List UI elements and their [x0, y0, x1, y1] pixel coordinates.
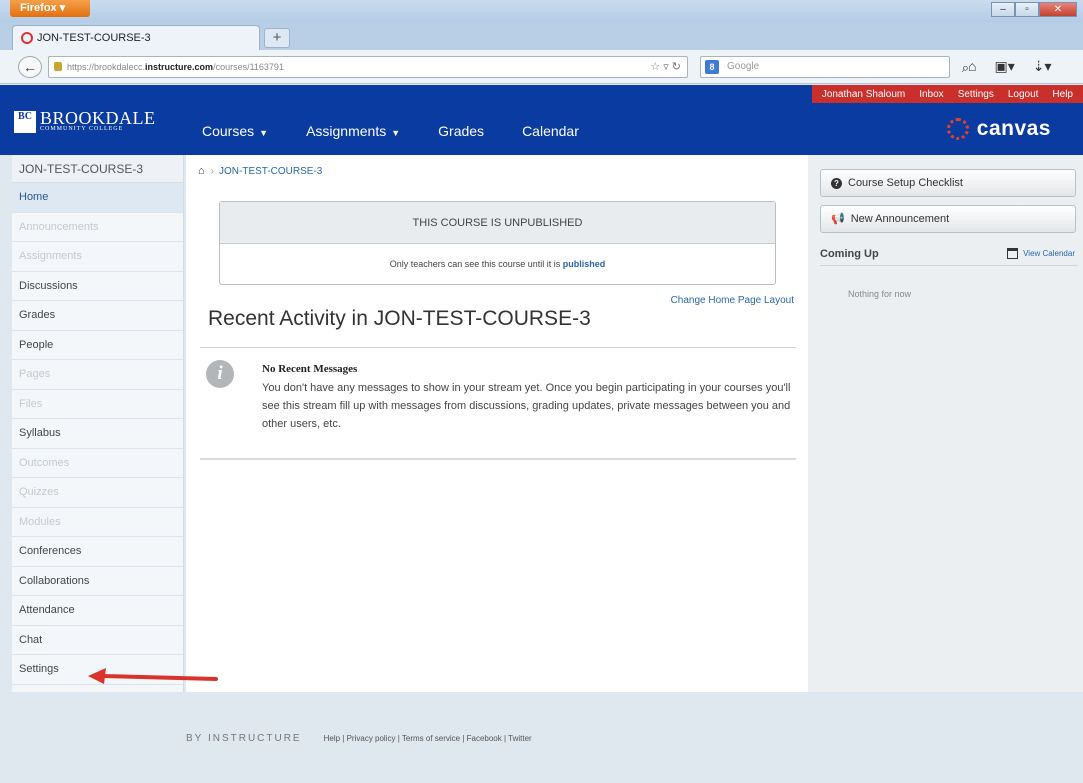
message-body: You don't have any messages to show in y…: [262, 382, 791, 430]
browser-tab[interactable]: JON-TEST-COURSE-3: [12, 25, 260, 50]
megaphone-icon: 📢: [831, 213, 845, 225]
settings-link[interactable]: Settings: [958, 89, 994, 100]
home-icon[interactable]: ⌂: [198, 165, 205, 177]
course-setup-checklist-button[interactable]: ? Course Setup Checklist: [820, 169, 1076, 197]
search-bar[interactable]: 8 Google ⌕: [700, 56, 969, 78]
footer-links[interactable]: Help | Privacy policy | Terms of service…: [324, 734, 532, 743]
breadcrumb: ⌂ › JON-TEST-COURSE-3: [198, 165, 322, 177]
view-calendar-link[interactable]: View Calendar: [1007, 248, 1075, 259]
course-nav: JON-TEST-COURSE-3 Home Announcements Assig…: [12, 155, 184, 692]
canvas-brand[interactable]: canvas: [946, 117, 1051, 141]
page-title: Recent Activity in JON-TEST-COURSE-3: [208, 307, 591, 330]
new-tab-button[interactable]: +: [264, 28, 290, 48]
close-window-button[interactable]: ✕: [1039, 2, 1077, 17]
url-prefix: https://brookdalecc.: [67, 62, 146, 72]
url-tools: ☆ ▿ ↻: [650, 61, 681, 73]
brookdale-logo[interactable]: BC BROOKDALE COMMUNITY COLLEGE: [14, 108, 156, 133]
reload-icon[interactable]: ↻: [672, 61, 681, 73]
firefox-menu-button[interactable]: Firefox ▾: [10, 0, 90, 17]
unpublished-heading: THIS COURSE IS UNPUBLISHED: [220, 202, 775, 244]
canvas-header: BC BROOKDALE COMMUNITY COLLEGE Courses ▼ …: [0, 85, 1083, 155]
lock-icon: [54, 62, 62, 71]
sidebar-item-assignments: Assignments: [12, 242, 183, 272]
back-button[interactable]: ←: [18, 56, 42, 78]
divider: [200, 458, 796, 460]
maximize-button[interactable]: ▫: [1015, 2, 1039, 17]
inbox-link[interactable]: Inbox: [919, 89, 943, 100]
divider: [820, 265, 1078, 266]
browser-toolbar-icons: ⌂ ▣▾ ⇣▾: [968, 58, 1052, 75]
home-icon[interactable]: ⌂: [968, 58, 976, 75]
browser-navbar: ← https://brookdalecc.instructure.com/co…: [0, 50, 1083, 84]
course-nav-list: Home Announcements Assignments Discussions G…: [12, 183, 183, 685]
question-icon: ?: [831, 177, 842, 189]
nav-assignments[interactable]: Assignments ▼: [306, 123, 400, 139]
coming-up-heading: Coming Up: [820, 248, 879, 260]
canvas-favicon-icon: [21, 32, 33, 44]
sidebar-item-grades[interactable]: Grades: [12, 301, 183, 331]
tab-title: JON-TEST-COURSE-3: [37, 32, 151, 44]
url-path: /courses/1163791: [213, 62, 284, 72]
info-icon: i: [206, 360, 234, 388]
url-bar[interactable]: https://brookdalecc.instructure.com/cour…: [48, 56, 688, 78]
breadcrumb-course[interactable]: JON-TEST-COURSE-3: [219, 166, 322, 177]
course-nav-title[interactable]: JON-TEST-COURSE-3: [12, 155, 183, 183]
instructure-brand[interactable]: BY INSTRUCTURE: [186, 733, 302, 744]
sidebar-item-modules: Modules: [12, 508, 183, 537]
sidebar-item-announcements: Announcements: [12, 213, 183, 242]
browser-titlebar: Firefox ▾ – ▫ ✕: [0, 0, 1083, 22]
canvas-logo-icon: [946, 118, 969, 140]
help-link[interactable]: Help: [1052, 89, 1073, 100]
nothing-for-now: Nothing for now: [848, 289, 912, 299]
menu-icon[interactable]: ▣▾: [994, 58, 1014, 75]
caret-down-icon: ▼: [391, 128, 401, 138]
new-announcement-button[interactable]: 📢 New Announcement: [820, 205, 1076, 233]
nav-calendar[interactable]: Calendar: [522, 123, 579, 139]
sidebar-item-syllabus[interactable]: Syllabus: [12, 419, 183, 449]
red-arrow-annotation: [88, 668, 218, 684]
window-controls: – ▫ ✕: [991, 2, 1077, 17]
sidebar-item-collaborations[interactable]: Collaborations: [12, 567, 183, 596]
sidebar-item-home[interactable]: Home: [12, 183, 183, 213]
minimize-button[interactable]: –: [991, 2, 1015, 17]
caret-down-icon: ▼: [259, 128, 269, 138]
sidebar-item-discussions[interactable]: Discussions: [12, 272, 183, 301]
sidebar-item-outcomes: Outcomes: [12, 449, 183, 478]
logo-name: BROOKDALE: [40, 108, 156, 128]
published-link[interactable]: published: [563, 259, 606, 269]
calendar-icon: [1007, 248, 1019, 259]
search-engine-icon[interactable]: 8: [705, 60, 719, 74]
browser-tabbar: JON-TEST-COURSE-3 +: [0, 22, 1083, 50]
unpublished-text: Only teachers can see this course until …: [389, 259, 606, 269]
bookmark-star-icon[interactable]: ☆: [650, 61, 660, 73]
footer: BY INSTRUCTURE Help | Privacy policy | T…: [186, 733, 532, 744]
change-home-page-layout-link[interactable]: Change Home Page Layout: [671, 295, 794, 306]
sidebar-item-chat[interactable]: Chat: [12, 626, 183, 655]
url-host: instructure.com: [145, 62, 214, 72]
main-nav: Courses ▼ Assignments ▼ Grades Calendar: [202, 123, 617, 139]
nav-courses[interactable]: Courses ▼: [202, 123, 268, 139]
canvas-wordmark: canvas: [976, 117, 1051, 140]
search-placeholder: Google: [727, 61, 760, 72]
message-title: No Recent Messages: [262, 363, 358, 375]
logout-link[interactable]: Logout: [1008, 89, 1039, 100]
main-content: ⌂ › JON-TEST-COURSE-3 THIS COURSE IS UNP…: [186, 155, 808, 692]
right-sidebar: ? Course Setup Checklist 📢 New Announcem…: [808, 155, 1083, 692]
sidebar-item-people[interactable]: People: [12, 331, 183, 360]
sidebar-item-quizzes: Quizzes: [12, 478, 183, 508]
user-name-link[interactable]: Jonathan Shaloum: [822, 89, 905, 100]
sidebar-item-files: Files: [12, 390, 183, 419]
nav-grades[interactable]: Grades: [438, 123, 484, 139]
breadcrumb-separator: ›: [210, 165, 214, 177]
logo-mark: BC: [14, 110, 36, 133]
sidebar-item-pages: Pages: [12, 360, 183, 390]
divider: [200, 347, 796, 348]
user-bar: Jonathan Shaloum Inbox Settings Logout H…: [811, 85, 1083, 103]
sidebar-item-conferences[interactable]: Conferences: [12, 537, 183, 567]
unpublished-notice: THIS COURSE IS UNPUBLISHED Only teachers…: [219, 201, 776, 285]
sidebar-item-attendance[interactable]: Attendance: [12, 596, 183, 626]
downloads-icon[interactable]: ⇣▾: [1033, 58, 1052, 75]
